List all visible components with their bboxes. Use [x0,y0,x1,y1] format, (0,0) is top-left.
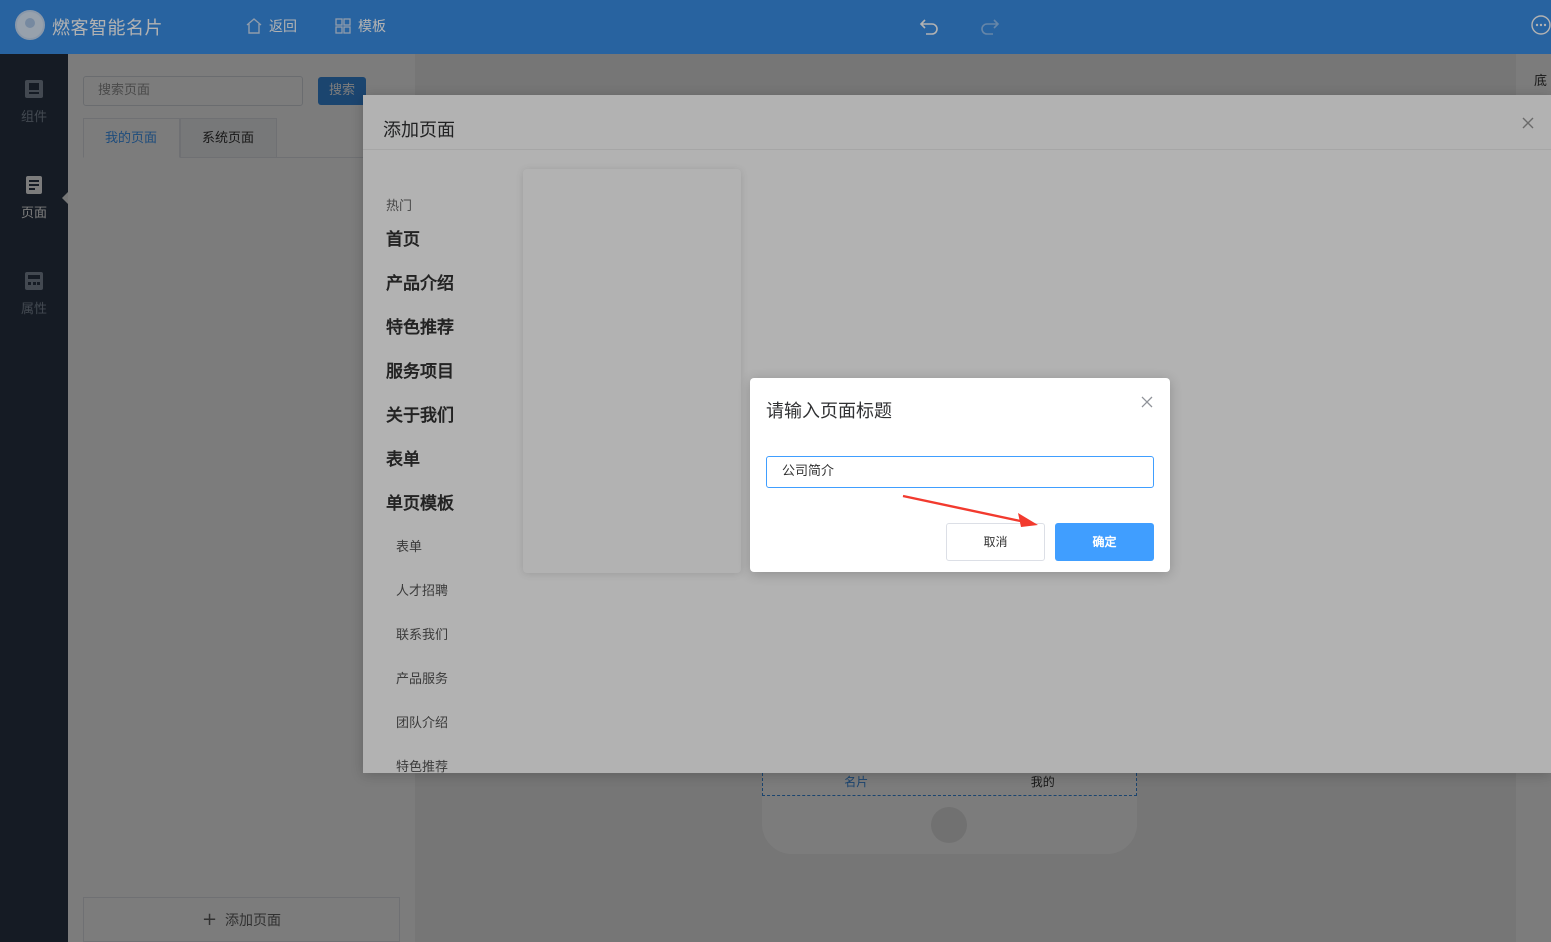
close-icon[interactable] [1140,395,1154,409]
page-title-prompt: 请输入页面标题 公司简介 取消 确定 [750,378,1170,572]
annotation-arrow-icon [902,494,1038,527]
prompt-title: 请输入页面标题 [766,401,892,422]
page-title-input[interactable]: 公司简介 [766,456,1154,488]
confirm-button[interactable]: 确定 [1055,523,1154,561]
